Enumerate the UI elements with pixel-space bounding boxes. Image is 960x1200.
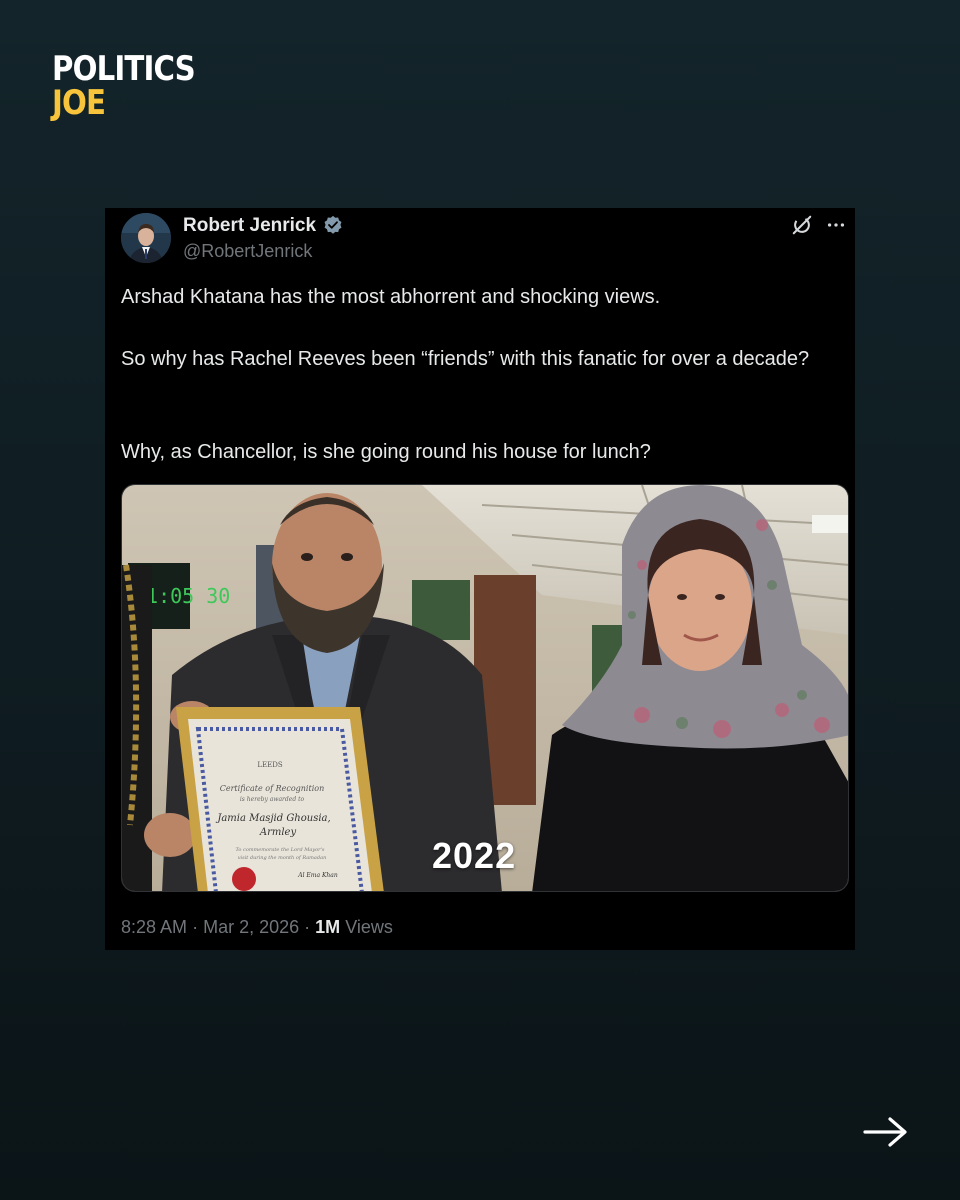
tweet-paragraph-2: So why has Rachel Reeves been “friends” … — [121, 348, 810, 370]
certificate-heading: LEEDS — [257, 761, 282, 769]
certificate-subtitle: is hereby awarded to — [240, 796, 305, 803]
views-count: 1M — [315, 917, 341, 937]
arrow-right-icon[interactable] — [862, 1114, 910, 1150]
verified-badge-icon — [324, 215, 342, 234]
brand-logo-line1: POLITICS — [52, 49, 196, 89]
tweet-paragraph-3: Why, as Chancellor, is she going round h… — [121, 441, 651, 463]
tweet-date[interactable]: Mar 2, 2026 — [203, 917, 299, 937]
certificate-body-2: visit during the month of Ramadan — [238, 855, 327, 861]
tweet-paragraph-1: Arshad Khatana has the most abhorrent an… — [121, 286, 661, 308]
brand-logo: POLITICS JOE — [52, 52, 218, 120]
certificate-signature: Al Ema Khan — [297, 872, 338, 879]
certificate: LEEDS Certificate of Recognition is here… — [176, 707, 384, 891]
certificate-title: Certificate of Recognition — [220, 784, 324, 793]
author-name[interactable]: Robert Jenrick — [183, 215, 316, 237]
meta-separator: · — [192, 917, 199, 937]
tweet-meta: 8:28 AM · Mar 2, 2026 · 1M Views — [121, 917, 393, 938]
tweet-photo[interactable]: 21:05 30 LEEDS Certificate of Recognitio… — [121, 484, 849, 892]
grok-icon[interactable] — [791, 214, 813, 236]
tweet-time[interactable]: 8:28 AM — [121, 917, 187, 937]
more-icon[interactable] — [825, 214, 847, 236]
avatar-image — [121, 213, 171, 263]
author-handle[interactable]: @RobertJenrick — [183, 241, 312, 262]
tweet-card: Robert Jenrick @RobertJenrick Arshad Kha… — [105, 208, 855, 950]
certificate-body: To commemorate the Lord Mayor's — [235, 847, 324, 853]
certificate-recipient-1: Jamia Masjid Ghousia, — [215, 813, 330, 824]
avatar[interactable] — [121, 213, 171, 263]
photo-scene: 21:05 30 LEEDS Certificate of Recognitio… — [122, 485, 848, 891]
brand-logo-line2: JOE — [52, 83, 106, 123]
certificate-recipient-2: Armley — [259, 827, 297, 838]
meta-separator: · — [304, 917, 311, 937]
year-overlay: 2022 — [432, 835, 517, 876]
views-label: Views — [345, 917, 393, 937]
